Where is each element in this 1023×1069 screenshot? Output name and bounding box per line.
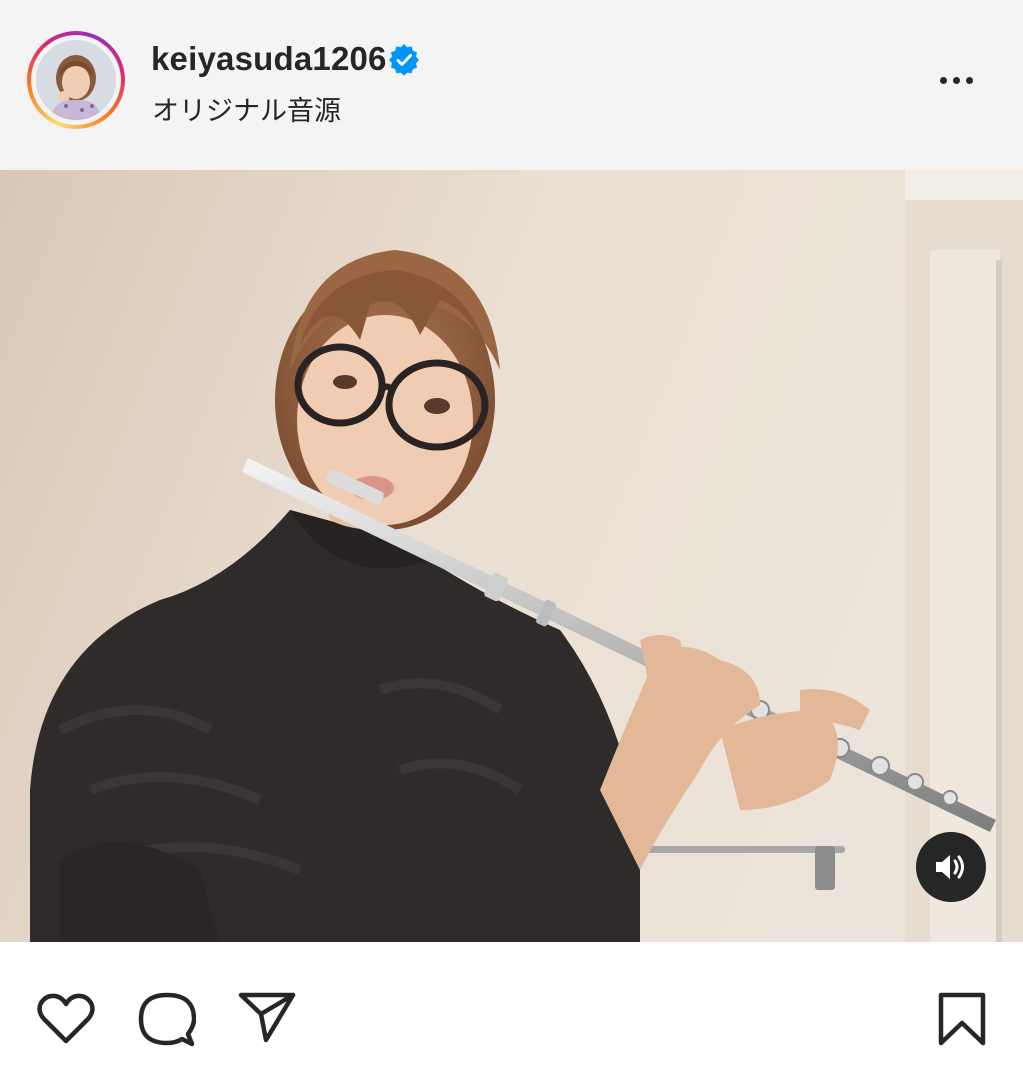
username[interactable]: keiyasuda1206 — [151, 40, 387, 78]
post-media[interactable] — [0, 170, 1023, 942]
more-dot — [952, 76, 960, 84]
avatar[interactable] — [36, 40, 116, 120]
more-dot — [939, 76, 947, 84]
paper-plane-icon[interactable] — [238, 992, 296, 1044]
video-frame — [0, 170, 1023, 942]
post-header: keiyasuda1206 オリジナル音源 — [0, 0, 1023, 170]
avatar-gap — [31, 35, 121, 125]
story-ring[interactable] — [27, 31, 125, 129]
comment-icon[interactable] — [138, 992, 196, 1048]
audio-label[interactable]: オリジナル音源 — [152, 89, 341, 128]
avatar-image — [36, 40, 116, 120]
more-options-icon[interactable] — [928, 62, 984, 98]
heart-icon[interactable] — [37, 993, 95, 1045]
more-dot — [965, 76, 973, 84]
verified-badge-icon — [389, 44, 419, 76]
bookmark-icon[interactable] — [937, 992, 987, 1046]
volume-on-icon[interactable] — [916, 832, 986, 902]
volume-speaker-icon — [936, 855, 964, 879]
